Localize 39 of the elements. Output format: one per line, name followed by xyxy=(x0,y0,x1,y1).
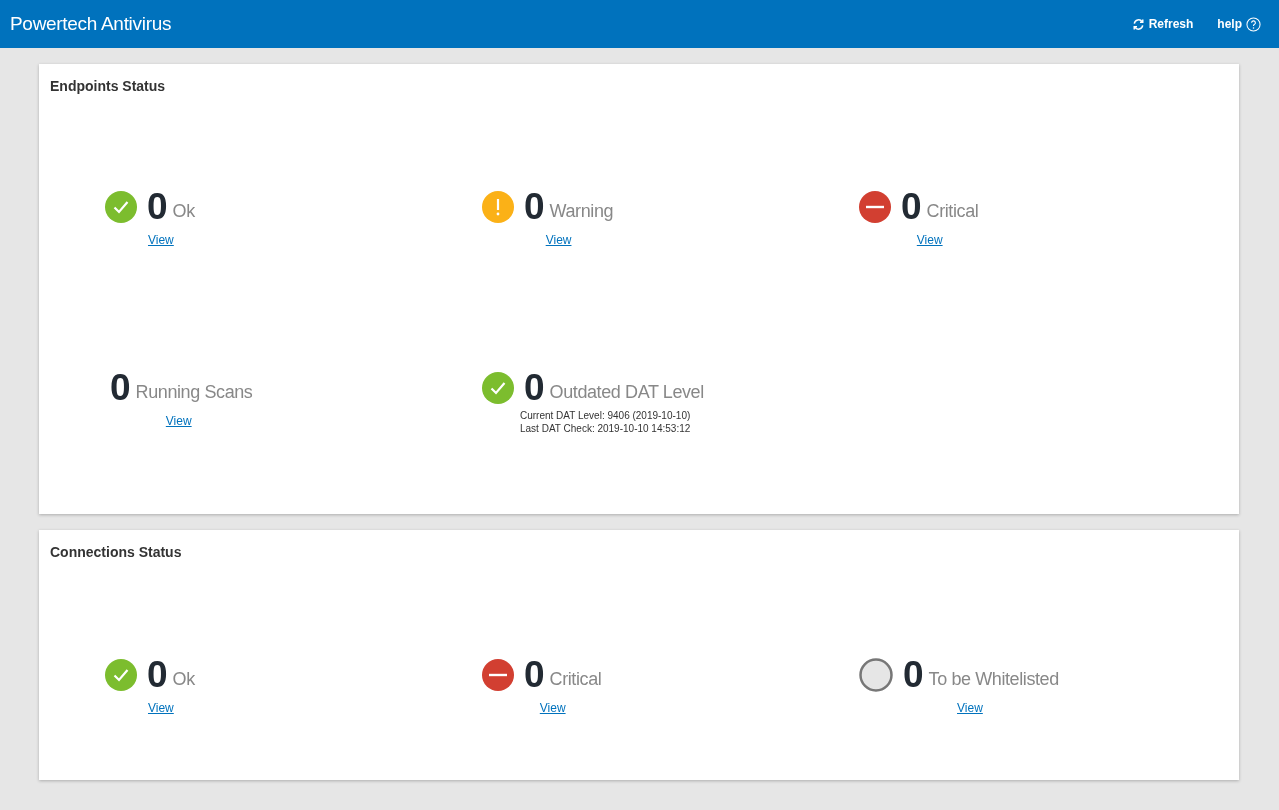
help-icon xyxy=(1246,16,1261,32)
count: 0 xyxy=(110,369,131,406)
view-link[interactable]: View xyxy=(126,231,174,249)
view-link[interactable]: View xyxy=(126,699,174,717)
minus-icon xyxy=(482,658,514,691)
view-link[interactable]: View xyxy=(517,699,566,717)
check-icon xyxy=(482,371,514,404)
minus-icon xyxy=(859,190,891,223)
view-link[interactable]: View xyxy=(523,231,572,249)
count: 0 xyxy=(903,656,924,693)
app-title: Powertech Antivirus xyxy=(10,11,172,36)
count: 0 xyxy=(147,188,168,225)
panel-title: Endpoints Status xyxy=(50,77,167,96)
help-button[interactable]: help xyxy=(1217,15,1261,33)
check-icon xyxy=(105,190,137,223)
view-link[interactable]: View xyxy=(165,412,192,430)
status-label: To be Whitelisted xyxy=(928,668,1059,691)
dat-info: Last DAT Check: 2019-10-10 14:53:12 xyxy=(519,422,691,435)
warning-icon xyxy=(482,190,514,223)
count: 0 xyxy=(524,369,545,406)
count: 0 xyxy=(901,188,922,225)
check-icon xyxy=(105,658,137,691)
count: 0 xyxy=(147,656,168,693)
status-label: Ok xyxy=(172,200,195,223)
status-label: Running Scans xyxy=(135,381,253,404)
status-label: Critical xyxy=(549,668,602,691)
status-label: Warning xyxy=(549,200,614,223)
view-link[interactable]: View xyxy=(894,231,943,249)
empty-circle-icon xyxy=(859,657,893,692)
refresh-button[interactable]: Refresh xyxy=(1131,15,1194,33)
dat-info: Current DAT Level: 9406 (2019-10-10) xyxy=(519,410,691,423)
status-label: Critical xyxy=(926,200,979,223)
status-label: Ok xyxy=(172,668,195,691)
panel-title: Connections Status xyxy=(50,543,183,562)
count: 0 xyxy=(524,188,545,225)
refresh-icon xyxy=(1131,17,1145,31)
count: 0 xyxy=(524,656,545,693)
status-label: Outdated DAT Level xyxy=(549,381,704,404)
view-link[interactable]: View xyxy=(935,699,983,717)
